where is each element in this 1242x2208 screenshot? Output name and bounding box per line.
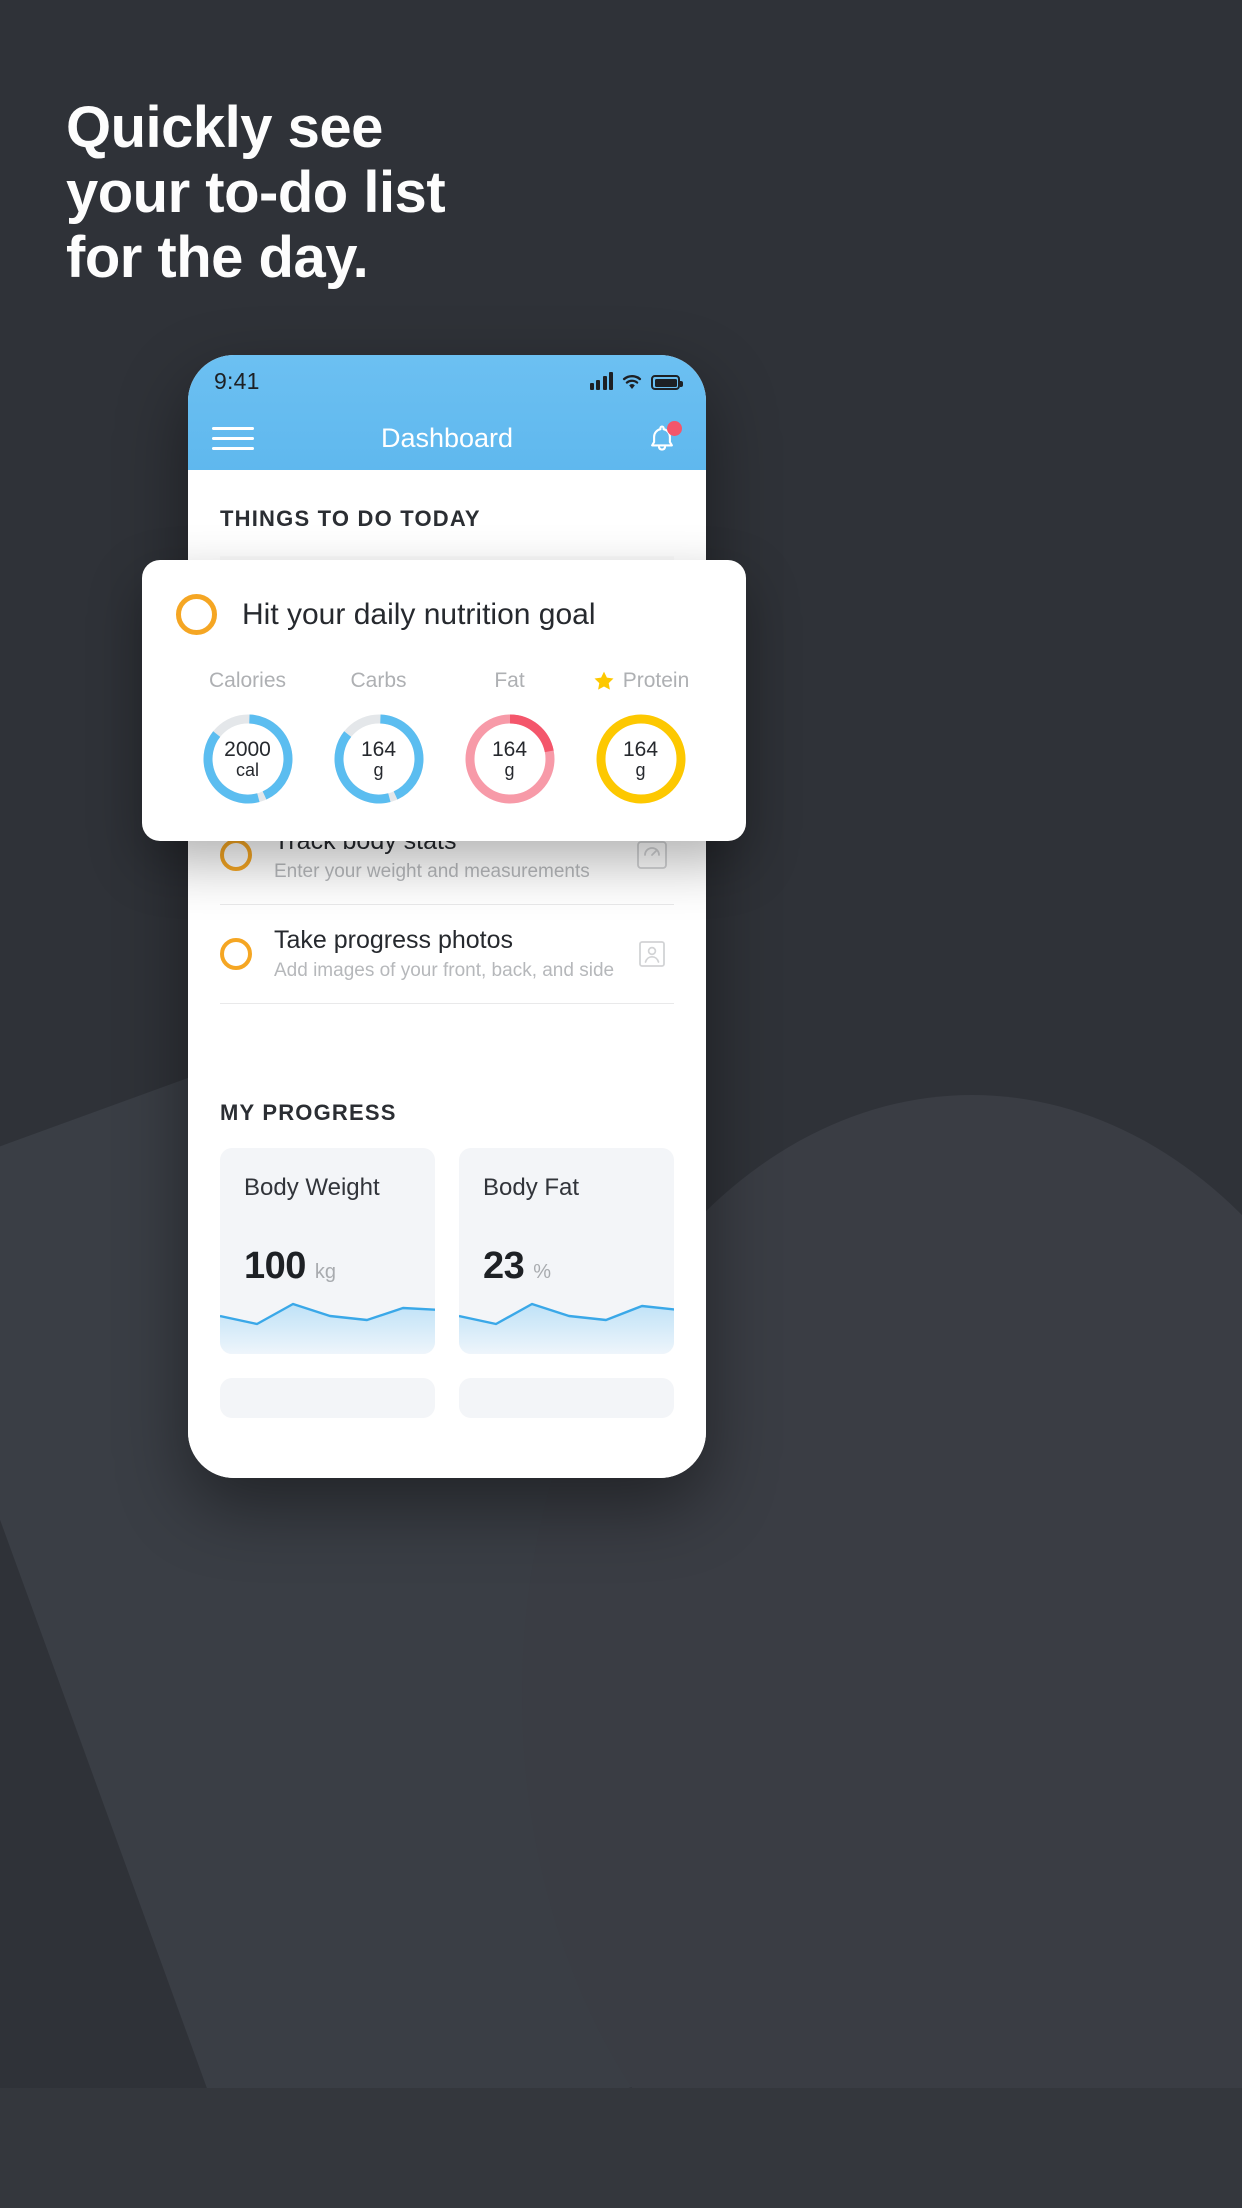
progress-card-title: Body Weight xyxy=(244,1174,380,1201)
macro-value: 164 xyxy=(360,737,397,761)
app-bar: Dashboard xyxy=(188,407,706,470)
macro-label: Protein xyxy=(575,667,706,695)
task-subtitle: Enter your weight and measurements xyxy=(274,861,590,883)
macro-ring: 2000 cal xyxy=(198,709,298,809)
promo-headline: Quickly see your to-do list for the day. xyxy=(66,95,826,291)
macro-label-text: Fat xyxy=(494,669,525,692)
macro-value: 2000 xyxy=(224,737,271,761)
signal-bars-icon xyxy=(589,372,613,390)
macro-label-text: Calories xyxy=(208,669,287,692)
notification-badge xyxy=(667,420,682,436)
background-base-bottom xyxy=(0,2088,1242,2208)
macro-carbs[interactable]: Carbs 164 g xyxy=(313,667,444,809)
macro-rings: Calories 2000 cal Carbs 164 g Fat 164 g … xyxy=(176,667,712,809)
progress-card-value: 100 kg xyxy=(244,1245,336,1288)
task-subtitle: Add images of your front, back, and side xyxy=(274,960,615,982)
status-icons xyxy=(589,372,683,390)
task-row[interactable]: Take progress photos Add images of your … xyxy=(220,904,674,1004)
macro-unit: cal xyxy=(235,759,259,780)
nutrition-card-title: Hit your daily nutrition goal xyxy=(242,597,596,631)
section-title-my-progress: MY PROGRESS xyxy=(220,1100,397,1125)
headline-line-1: Quickly see xyxy=(66,95,383,160)
hamburger-menu-icon[interactable] xyxy=(212,420,254,457)
photo-person-icon xyxy=(639,941,665,967)
macro-unit: g xyxy=(504,759,515,780)
notification-bell-icon[interactable] xyxy=(642,419,682,459)
headline-line-3: for the day. xyxy=(66,224,369,290)
headline-line-2: your to-do list xyxy=(66,159,446,225)
macro-label-text: Protein xyxy=(622,669,690,692)
promo-page: Quickly see your to-do list for the day.… xyxy=(0,0,1242,2208)
status-bar: 9:41 xyxy=(188,355,706,407)
macro-ring-center: 164 g xyxy=(329,709,429,809)
macro-label-text: Carbs xyxy=(350,669,407,692)
status-time: 9:41 xyxy=(214,367,260,394)
progress-card-body-weight[interactable]: Body Weight 100 kg xyxy=(220,1148,435,1354)
section-title-things-to-do: THINGS TO DO TODAY xyxy=(220,506,481,531)
progress-card-number: 100 xyxy=(244,1245,306,1287)
task-checkbox-icon[interactable] xyxy=(220,839,252,871)
progress-card-value: 23 % xyxy=(483,1245,551,1288)
macro-ring: 164 g xyxy=(460,709,560,809)
macro-label: Carbs xyxy=(313,667,444,695)
macro-ring-center: 164 g xyxy=(460,709,560,809)
nutrition-goal-card[interactable]: Hit your daily nutrition goal Calories 2… xyxy=(142,560,746,841)
macro-label: Fat xyxy=(444,667,575,695)
circle-checkbox-icon[interactable] xyxy=(176,594,217,635)
macro-value: 164 xyxy=(491,737,528,761)
task-text: Take progress photos Add images of your … xyxy=(274,925,630,983)
weight-scale-icon xyxy=(637,841,667,869)
phone-topbar: 9:41 Dashboard xyxy=(188,355,706,470)
progress-card-unit: % xyxy=(533,1261,552,1283)
task-checkbox-icon[interactable] xyxy=(220,938,252,970)
progress-card-number: 23 xyxy=(483,1245,525,1287)
macro-ring: 164 g xyxy=(329,709,429,809)
task-title: Take progress photos xyxy=(274,926,514,954)
phone-mockup: 9:41 Dashboard THINGS TO DO TODAY Track … xyxy=(188,355,706,1478)
page-title: Dashboard xyxy=(380,423,514,453)
progress-card-body-fat[interactable]: Body Fat 23 % xyxy=(459,1148,674,1354)
progress-card-unit: kg xyxy=(314,1261,337,1283)
nutrition-card-header: Hit your daily nutrition goal xyxy=(176,594,712,635)
progress-card-grid: Body Weight 100 kg Body Fat 23 % xyxy=(188,1126,706,1418)
progress-card-next-left[interactable] xyxy=(220,1378,435,1418)
battery-icon xyxy=(651,375,683,390)
macro-calories[interactable]: Calories 2000 cal xyxy=(182,667,313,809)
progress-card-next-right[interactable] xyxy=(459,1378,674,1418)
macro-label: Calories xyxy=(182,667,313,695)
macro-fat[interactable]: Fat 164 g xyxy=(444,667,575,809)
progress-card-title: Body Fat xyxy=(483,1174,580,1201)
wifi-icon xyxy=(622,374,642,390)
star-icon xyxy=(594,671,614,690)
macro-unit: g xyxy=(373,759,384,780)
macro-unit: g xyxy=(635,759,646,780)
macro-value: 164 xyxy=(622,737,659,761)
macro-ring-center: 164 g xyxy=(591,709,691,809)
sparkline-chart-body-weight xyxy=(220,1302,435,1354)
macro-protein[interactable]: Protein 164 g xyxy=(575,667,706,809)
macro-ring: 164 g xyxy=(591,709,691,809)
sparkline-chart-body-fat xyxy=(459,1302,674,1354)
macro-ring-center: 2000 cal xyxy=(198,709,298,809)
